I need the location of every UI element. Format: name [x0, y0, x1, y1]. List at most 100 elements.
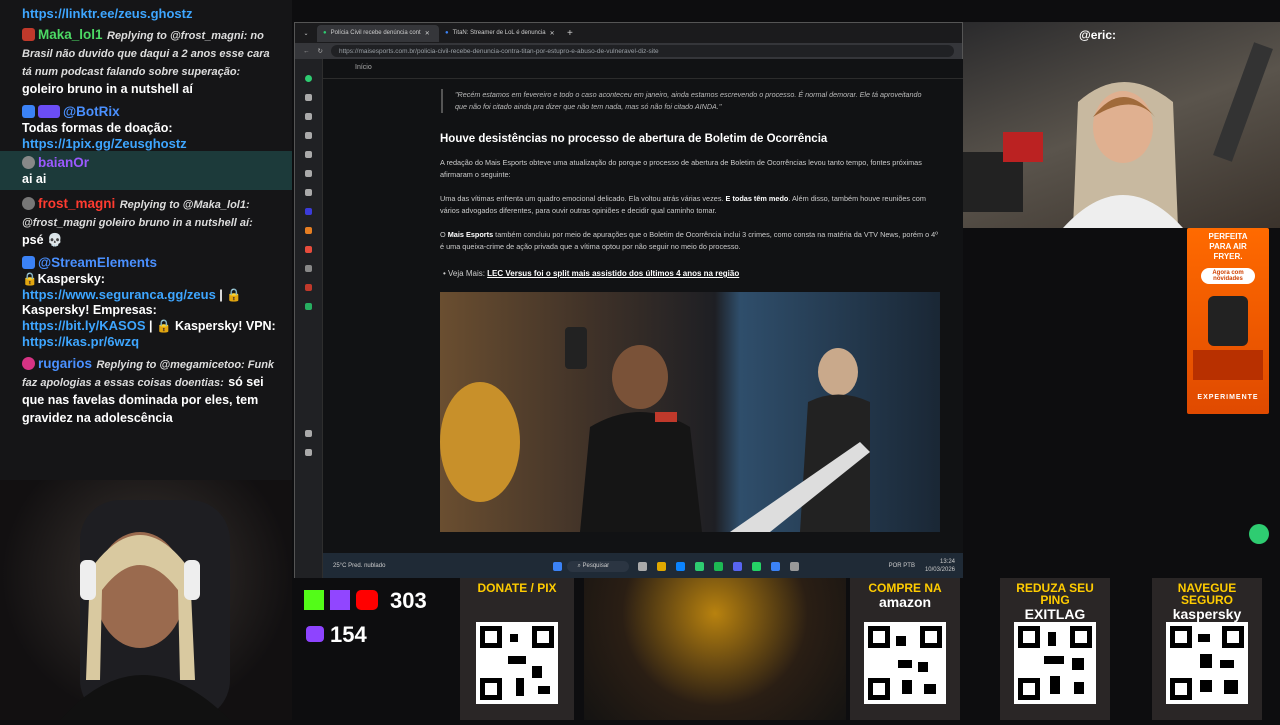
close-icon[interactable]: ✕: [550, 30, 555, 37]
chat-username[interactable]: rugarios: [38, 356, 92, 371]
site-favicon-icon: ●: [445, 30, 449, 36]
tab-menu-icon[interactable]: ⌄: [295, 30, 317, 37]
chat-message: rugarios Replying to @megamicetoo: Funk …: [22, 355, 278, 427]
chat-panel: https://linktr.ee/zeus.ghostz Maka_lol1 …: [0, 0, 292, 480]
qr-panel-amazon[interactable]: COMPRE NA amazon: [850, 578, 960, 720]
site-favicon-icon: ●: [323, 30, 327, 36]
team-icon[interactable]: [305, 246, 312, 253]
chat-message: frost_magni Replying to @Maka_lol1: @fro…: [22, 195, 278, 249]
qr-panel-kaspersky[interactable]: NAVEGUE SEGURO kaspersky: [1152, 578, 1262, 720]
chrome-icon[interactable]: [695, 561, 705, 571]
link-icon[interactable]: [305, 189, 312, 196]
cam-handle: @eric:: [1079, 28, 1117, 42]
team-icon[interactable]: [305, 208, 312, 215]
chat-username[interactable]: Maka_lol1: [38, 27, 103, 42]
news-icon[interactable]: [305, 113, 312, 120]
weather-temp: 25°C: [333, 563, 347, 569]
stream-overlay-bottom: 303 154 DONATE / PIX COMPRE NA amazon RE…: [294, 578, 1280, 720]
ad-line: FRYER.: [1213, 252, 1243, 261]
team-icon[interactable]: [305, 284, 312, 291]
avatar: [22, 156, 35, 169]
start-icon[interactable]: [553, 561, 563, 571]
chat-link[interactable]: https://www.seguranca.gg/zeus: [22, 287, 216, 302]
guest-webcam: @eric:: [963, 22, 1280, 228]
text-bold: Mais Esports: [447, 230, 494, 239]
app-icon[interactable]: [790, 561, 800, 571]
see-more-label: Veja Mais:: [448, 269, 485, 278]
ad-badge: Agora com novidades: [1201, 268, 1255, 284]
scroll-top-button[interactable]: [1249, 524, 1269, 544]
see-more-link[interactable]: LEC Versus foi o split mais assistido do…: [487, 269, 739, 278]
weather-widget[interactable]: 25°C Pred. nublado: [333, 563, 385, 569]
tab-label: Polícia Civil recebe denúncia cont: [330, 30, 421, 36]
tab-active[interactable]: ● Polícia Civil recebe denúncia cont ✕: [317, 24, 439, 42]
whatsapp-icon[interactable]: [752, 561, 762, 571]
team-icon[interactable]: [305, 227, 312, 234]
clock[interactable]: 13:24 10/03/2026: [925, 558, 955, 574]
article-quote: "Recém estamos em fevereiro e todo o cas…: [441, 89, 931, 113]
team-icon[interactable]: [305, 303, 312, 310]
qr-panel-donate[interactable]: DONATE / PIX: [460, 578, 574, 720]
chat-link[interactable]: https://linktr.ee/zeus.ghostz: [22, 6, 278, 21]
search-icon[interactable]: [305, 170, 312, 177]
home-icon[interactable]: [305, 94, 312, 101]
user-icon[interactable]: [305, 449, 312, 456]
close-icon[interactable]: ✕: [425, 30, 430, 37]
nav-home-link[interactable]: Início: [355, 64, 372, 71]
calendar-icon[interactable]: [305, 132, 312, 139]
chat-username[interactable]: @StreamElements: [38, 255, 157, 270]
explorer-icon[interactable]: [657, 561, 667, 571]
streamer-figure: [60, 500, 230, 720]
chat-username[interactable]: baianOr: [38, 155, 89, 170]
chat-message: Maka_lol1 Replying to @frost_magni: no B…: [22, 26, 278, 98]
text-span: Uma das vítimas enfrenta um quadro emoci…: [440, 194, 724, 203]
app-icon[interactable]: [771, 561, 781, 571]
chat-link[interactable]: https://bit.ly/KASOS: [22, 318, 146, 333]
chat-message: @BotRix Todas formas de doação: https://…: [22, 103, 278, 151]
shield-icon: [22, 256, 35, 269]
chat-link[interactable]: https://kas.pr/6wzq: [22, 334, 139, 349]
clock-time: 13:24: [939, 559, 955, 565]
streamer-webcam: [0, 480, 292, 720]
taskbar-search[interactable]: ⌕ Pesquisar: [567, 560, 630, 572]
qr-subtitle: amazon: [878, 594, 932, 610]
edge-icon[interactable]: [676, 561, 686, 571]
tab-inactive[interactable]: ● TitaN: Streamer de LoL é denuncia ✕: [439, 25, 561, 42]
address-bar-row: ← ↻ https://maisesports.com.br/policia-c…: [295, 43, 962, 59]
app-logo-icon[interactable]: [305, 75, 312, 82]
back-icon[interactable]: ←: [303, 48, 310, 55]
badge-icon: [22, 28, 35, 41]
chat-text: psé 💀: [22, 233, 63, 247]
tab-label: TitaN: Streamer de LoL é denuncia: [452, 30, 546, 36]
guest-figure: [963, 42, 1273, 228]
discord-icon[interactable]: [733, 561, 743, 571]
chat-username[interactable]: @BotRix: [63, 104, 120, 119]
spotify-icon[interactable]: [714, 561, 724, 571]
browser-sidebar: [295, 59, 323, 579]
article-image: [440, 292, 940, 532]
chat-link[interactable]: https://1pix.gg/Zeusghostz: [22, 136, 278, 151]
url-field[interactable]: https://maisesports.com.br/policia-civil…: [330, 45, 954, 57]
clock-date: 10/03/2026: [924, 567, 955, 573]
article-paragraph: O Mais Esports também concluiu por meio …: [440, 229, 940, 253]
qr-panel-exitlag[interactable]: REDUZA SEU PING EXITLAG: [1000, 578, 1110, 720]
new-tab-icon[interactable]: +: [567, 28, 573, 39]
article-page: Início "Recém estamos em fevereiro e tod…: [323, 59, 963, 553]
chat-text: 🔒Kaspersky:: [22, 272, 105, 286]
text-span: também concluiu por meio de apurações qu…: [440, 230, 938, 251]
ad-banner[interactable]: PERFEITA PARA AIR FRYER. Agora com novidad…: [1187, 228, 1269, 414]
search-placeholder: Pesquisar: [582, 562, 610, 569]
chat-username[interactable]: frost_magni: [38, 196, 115, 211]
team-icon[interactable]: [305, 265, 312, 272]
article-paragraph: A redação do Mais Esports obteve uma atu…: [440, 158, 922, 179]
weather-desc: Pred. nublado: [348, 563, 386, 569]
reload-icon[interactable]: ↻: [318, 47, 323, 55]
secondary-count: 154: [330, 622, 367, 647]
send-icon[interactable]: [305, 430, 312, 437]
language-indicator[interactable]: POR PTB: [889, 563, 915, 569]
shield-icon: [22, 105, 35, 118]
url-text: https://maisesports.com.br/policia-civil…: [338, 47, 659, 55]
chat-text: Todas formas de doação:: [22, 121, 173, 135]
taskview-icon[interactable]: [638, 561, 648, 571]
trophy-icon[interactable]: [305, 151, 312, 158]
